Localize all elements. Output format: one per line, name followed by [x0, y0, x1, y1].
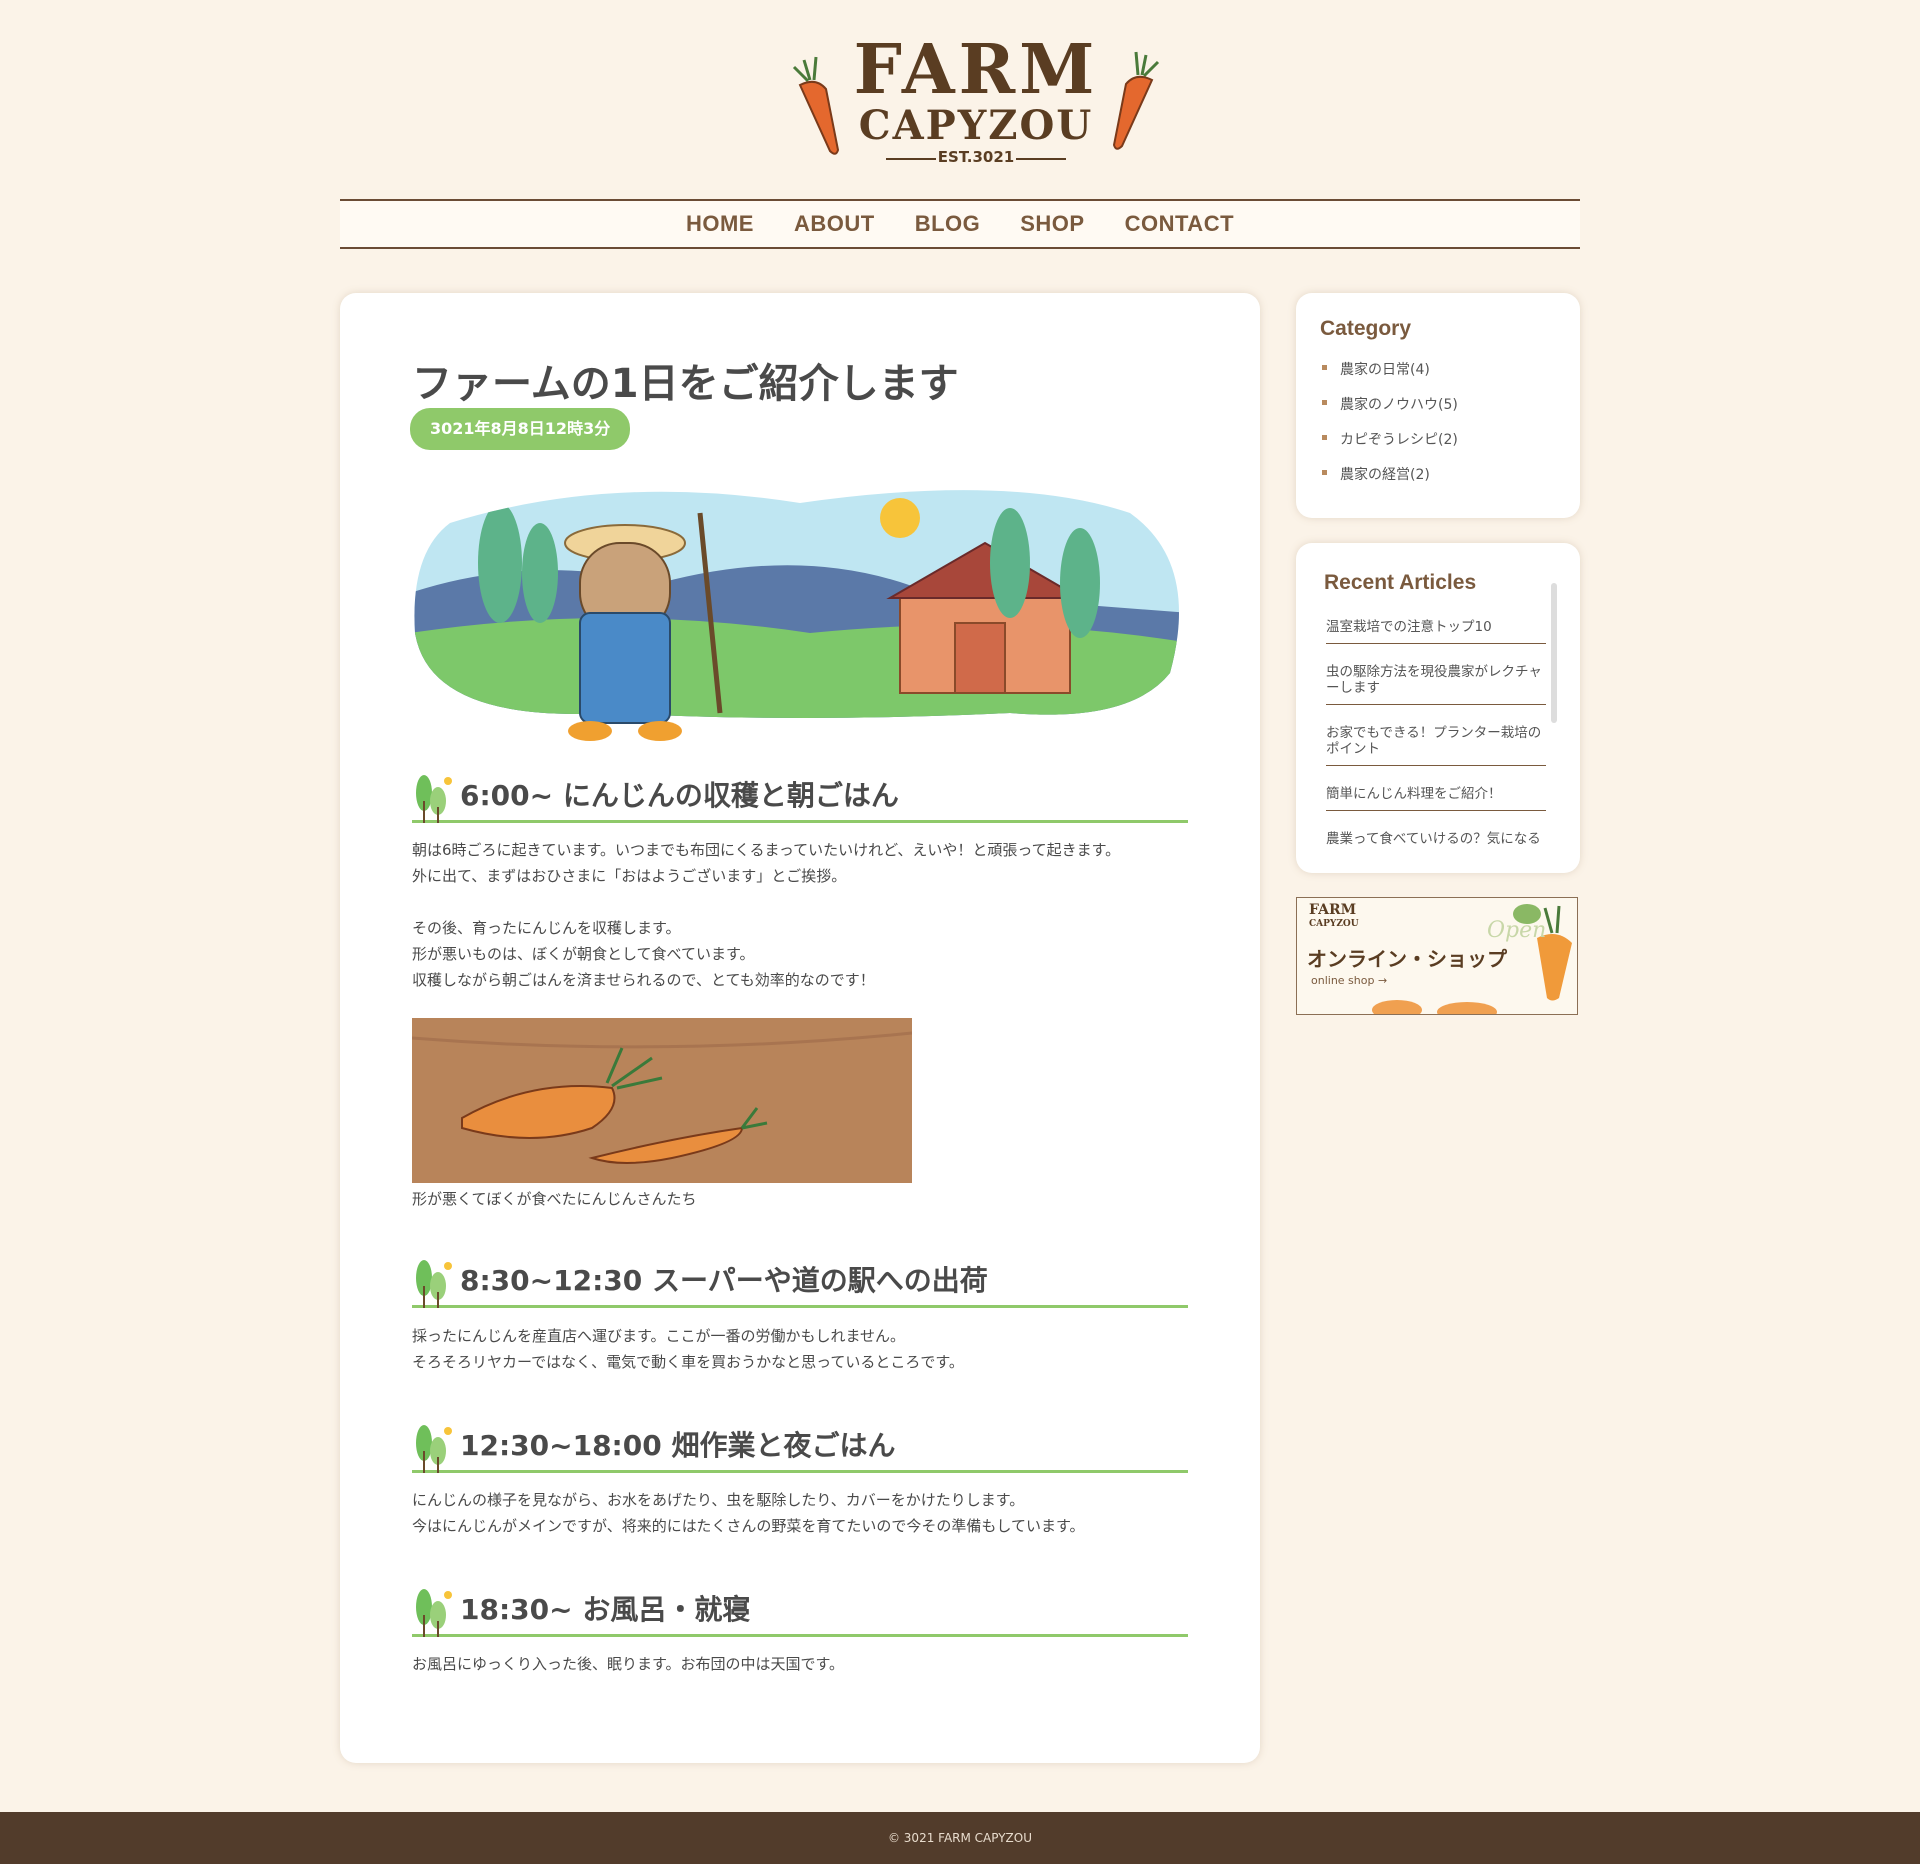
section-body-2: 採ったにんじんを産直店へ運びます。ここが一番の労働かもしれません。 そろそろリヤ…	[412, 1327, 964, 1371]
tree-icon	[416, 1589, 452, 1637]
section-heading-text: 12:30~18:00 畑作業と夜ごはん	[460, 1429, 896, 1462]
recent-article-link[interactable]: お家でもできる！プランター栽培のポイント	[1326, 717, 1546, 766]
logo-est-text: EST.3021	[937, 148, 1015, 166]
carrots-photo	[412, 1018, 912, 1183]
nav-home[interactable]: HOME	[686, 211, 754, 237]
recent-articles-card: Recent Articles 温室栽培での注意トップ10 虫の駆除方法を現役農…	[1296, 543, 1580, 873]
logo-capyzou-text: CAPYZOU	[858, 102, 1094, 149]
recent-articles-title: Recent Articles	[1324, 571, 1477, 594]
nav-contact[interactable]: CONTACT	[1125, 211, 1234, 237]
category-list: 農家の日常(4) 農家のノウハウ(5) カピぞうレシピ(2) 農家の経営(2)	[1322, 359, 1458, 499]
banner-logo: FARM CAPYZOU	[1309, 902, 1359, 929]
section-body-1: 朝は6時ごろに起きています。いつまでも布団にくるまっていたいけれど、えいや！と頑…	[412, 841, 1121, 989]
recent-articles-list: 温室栽培での注意トップ10 虫の駆除方法を現役農家がレクチャーします お家でもで…	[1326, 611, 1546, 851]
site-logo[interactable]: FARM CAPYZOU EST.3021	[786, 30, 1166, 175]
online-shop-banner[interactable]: FARM CAPYZOU Open オンライン・ショップ online shop …	[1296, 897, 1578, 1015]
category-item[interactable]: 農家の日常(4)	[1322, 359, 1458, 394]
section-body-4: お風呂にゆっくり入った後、眠ります。お布団の中は天国です。	[412, 1655, 845, 1673]
main-nav: HOME ABOUT BLOG SHOP CONTACT	[340, 199, 1580, 249]
carrot-right-icon	[1112, 51, 1160, 150]
banner-open-text: Open	[1487, 918, 1547, 943]
nav-shop[interactable]: SHOP	[1020, 211, 1084, 237]
nav-blog[interactable]: BLOG	[915, 211, 981, 237]
category-card: Category 農家の日常(4) 農家のノウハウ(5) カピぞうレシピ(2) …	[1296, 293, 1580, 518]
section-heading-text: 18:30~ お風呂・就寝	[460, 1593, 751, 1626]
recent-article-link[interactable]: 簡単にんじん料理をご紹介！	[1326, 778, 1546, 811]
article-title: ファームの1日をご紹介します	[412, 361, 959, 407]
tree-icon	[416, 1260, 452, 1308]
section-body-3: にんじんの様子を見ながら、お水をあげたり、虫を駆除したり、カバーをかけたりします…	[412, 1491, 1085, 1535]
recent-article-link[interactable]: 温室栽培での注意トップ10	[1326, 611, 1546, 644]
article-date-badge: 3021年8月8日12時3分	[410, 408, 631, 450]
logo-farm-text: FARM	[853, 30, 1099, 110]
banner-subtitle: online shop →	[1311, 974, 1388, 987]
recent-article-link[interactable]: 農業って食べていけるの？気になる	[1326, 823, 1546, 851]
tree-icon	[416, 1425, 452, 1473]
carrot-left-icon	[792, 56, 840, 155]
recent-scrollbar[interactable]	[1551, 583, 1557, 723]
copyright-text: © 3021 FARM CAPYZOU	[887, 1831, 1033, 1845]
recent-article-link[interactable]: 虫の駆除方法を現役農家がレクチャーします	[1326, 656, 1546, 705]
footer: © 3021 FARM CAPYZOU	[0, 1812, 1920, 1864]
section-heading-1: 6:00~ にんじんの収穫と朝ごはん	[412, 771, 1188, 823]
tree-icon	[416, 775, 452, 823]
section-heading-text: 6:00~ にんじんの収穫と朝ごはん	[460, 779, 899, 812]
section-heading-4: 18:30~ お風呂・就寝	[412, 1585, 1188, 1637]
banner-title: オンライン・ショップ	[1307, 947, 1507, 971]
section-heading-2: 8:30~12:30 スーパーや道の駅への出荷	[412, 1256, 1188, 1308]
category-item[interactable]: 農家の経営(2)	[1322, 464, 1458, 499]
category-title: Category	[1320, 317, 1412, 340]
category-item[interactable]: カピぞうレシピ(2)	[1322, 429, 1458, 464]
section-heading-text: 8:30~12:30 スーパーや道の駅への出荷	[460, 1264, 988, 1297]
section-heading-3: 12:30~18:00 畑作業と夜ごはん	[412, 1421, 1188, 1473]
image-caption: 形が悪くてぼくが食べたにんじんさんたち	[412, 1190, 697, 1208]
nav-about[interactable]: ABOUT	[794, 211, 875, 237]
article-card: ファームの1日をご紹介します 3021年8月8日12時3分 6:00~ にんじん…	[340, 293, 1260, 1763]
category-item[interactable]: 農家のノウハウ(5)	[1322, 394, 1458, 429]
hero-illustration	[414, 490, 1179, 741]
